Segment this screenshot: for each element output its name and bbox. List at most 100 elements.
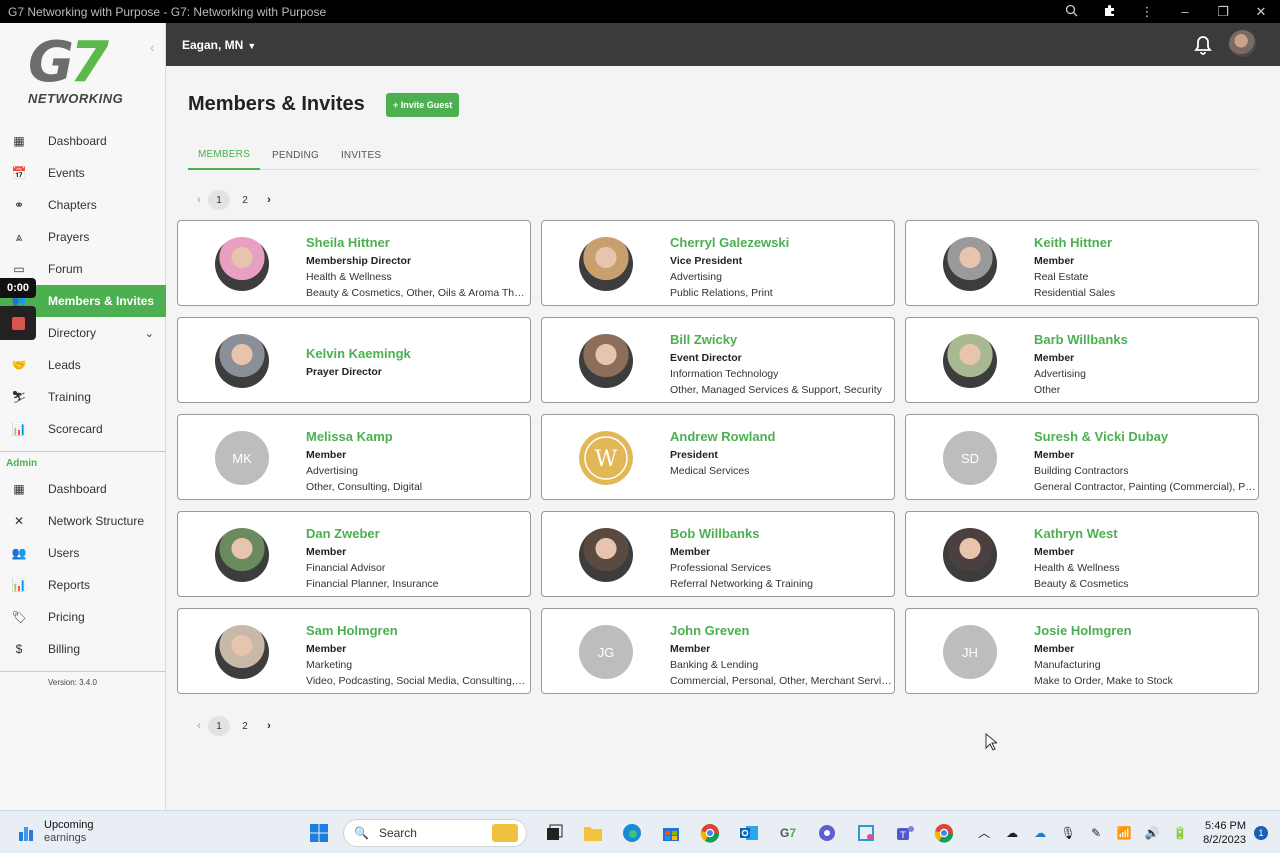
member-photo-avatar[interactable] — [579, 334, 633, 388]
member-name[interactable]: Sheila Hittner — [306, 235, 528, 251]
member-name[interactable]: Melissa Kamp — [306, 429, 528, 445]
member-photo-avatar[interactable] — [215, 237, 269, 291]
member-card[interactable]: JG John Greven Member Banking & Lending Comm… — [541, 608, 895, 694]
tab-pending[interactable]: PENDING — [262, 140, 329, 170]
snipping-tool-icon[interactable] — [851, 818, 881, 848]
next-page-icon[interactable]: › — [260, 194, 278, 206]
battery-icon[interactable]: 🔋 — [1169, 826, 1191, 840]
member-name[interactable]: Barb Willbanks — [1034, 332, 1256, 348]
settings-app-icon[interactable] — [812, 818, 842, 848]
widgets-button[interactable]: Upcoming earnings — [18, 819, 94, 845]
zoom-icon[interactable] — [1052, 4, 1090, 20]
invite-guest-button[interactable]: + Invite Guest — [386, 93, 460, 117]
member-card[interactable]: Dan Zweber Member Financial Advisor Financi… — [177, 511, 531, 597]
minimize-icon[interactable]: – — [1166, 4, 1204, 19]
sidebar-item-scorecard[interactable]: 📊 Scorecard — [0, 413, 166, 445]
member-card[interactable]: JH Josie Holmgren Member Manufacturing Make … — [905, 608, 1259, 694]
notifications-bell-icon[interactable] — [1194, 35, 1212, 55]
member-name[interactable]: John Greven — [670, 623, 892, 639]
member-name[interactable]: Andrew Rowland — [670, 429, 892, 445]
sidebar-item-dashboard[interactable]: ▦ Dashboard — [0, 473, 166, 505]
member-card[interactable]: MK Melissa Kamp Member Advertising Other, Co… — [177, 414, 531, 500]
prev-page-icon[interactable]: ‹ — [190, 194, 208, 206]
member-card[interactable]: Bill Zwicky Event Director Information Tec… — [541, 317, 895, 403]
member-card[interactable]: W Andrew Rowland President Medical Services — [541, 414, 895, 500]
g7-logo[interactable]: G7 NETWORKING — [28, 35, 138, 111]
prev-page-icon[interactable]: ‹ — [190, 720, 208, 732]
member-card[interactable]: SD Suresh & Vicki Dubay Member Building Con… — [905, 414, 1259, 500]
sidebar-item-reports[interactable]: 📊 Reports — [0, 569, 166, 601]
teams-icon[interactable]: T — [890, 818, 920, 848]
page-button[interactable]: 1 — [208, 716, 230, 736]
member-name[interactable]: Bob Willbanks — [670, 526, 892, 542]
taskbar-search[interactable]: 🔍 Search — [343, 819, 527, 847]
member-card[interactable]: Cherryl Galezewski Vice President Advertis… — [541, 220, 895, 306]
tab-invites[interactable]: INVITES — [331, 140, 391, 170]
member-card[interactable]: Bob Willbanks Member Professional Services… — [541, 511, 895, 597]
member-name[interactable]: Kelvin Kaemingk — [306, 346, 528, 362]
member-name[interactable]: Cherryl Galezewski — [670, 235, 892, 251]
sidebar-item-users[interactable]: 👥 Users — [0, 537, 166, 569]
collapse-sidebar-icon[interactable]: ‹ — [150, 39, 155, 55]
member-logo-avatar[interactable]: W — [579, 431, 633, 485]
more-options-icon[interactable]: ⋮ — [1128, 4, 1166, 20]
next-page-icon[interactable]: › — [260, 720, 278, 732]
sidebar-item-training[interactable]: ⛷ Training — [0, 381, 166, 413]
member-photo-avatar[interactable] — [943, 528, 997, 582]
start-button[interactable] — [304, 818, 334, 848]
user-avatar[interactable] — [1229, 30, 1256, 57]
taskbar-clock[interactable]: 5:46 PM 8/2/2023 — [1203, 819, 1246, 847]
member-initials-avatar[interactable]: JG — [579, 625, 633, 679]
member-card[interactable]: Sam Holmgren Member Marketing Video, Podcas… — [177, 608, 531, 694]
member-card[interactable]: Sheila Hittner Membership Director Health … — [177, 220, 531, 306]
volume-icon[interactable]: 🔊 — [1141, 826, 1163, 840]
file-explorer-icon[interactable] — [578, 818, 608, 848]
member-name[interactable]: Keith Hittner — [1034, 235, 1256, 251]
g7-app-icon[interactable]: G7 — [773, 818, 803, 848]
member-card[interactable]: Keith Hittner Member Real Estate Residentia… — [905, 220, 1259, 306]
cloud-icon[interactable]: ☁ — [1029, 826, 1051, 840]
sidebar-item-prayers[interactable]: ⩓ Prayers — [0, 221, 166, 253]
member-initials-avatar[interactable]: JH — [943, 625, 997, 679]
sidebar-item-dashboard[interactable]: ▦ Dashboard — [0, 125, 166, 157]
member-initials-avatar[interactable]: MK — [215, 431, 269, 485]
page-button[interactable]: 2 — [234, 716, 256, 736]
restore-icon[interactable]: ❐ — [1204, 4, 1242, 20]
member-name[interactable]: Josie Holmgren — [1034, 623, 1256, 639]
member-card[interactable]: Barb Willbanks Member Advertising Other — [905, 317, 1259, 403]
member-name[interactable]: Bill Zwicky — [670, 332, 892, 348]
member-initials-avatar[interactable]: SD — [943, 431, 997, 485]
member-photo-avatar[interactable] — [579, 237, 633, 291]
member-card[interactable]: Kathryn West Member Health & Wellness Beaut… — [905, 511, 1259, 597]
member-photo-avatar[interactable] — [943, 334, 997, 388]
edge-icon[interactable] — [617, 818, 647, 848]
member-photo-avatar[interactable] — [215, 625, 269, 679]
notification-badge[interactable]: 1 — [1254, 825, 1268, 840]
tab-members[interactable]: MEMBERS — [188, 140, 260, 170]
chrome-icon[interactable] — [695, 818, 725, 848]
wifi-icon[interactable]: 📶 — [1113, 826, 1135, 840]
sidebar-item-events[interactable]: 📅 Events — [0, 157, 166, 189]
sidebar-item-pricing[interactable]: 🏷 Pricing — [0, 601, 166, 633]
page-button[interactable]: 2 — [234, 190, 256, 210]
member-photo-avatar[interactable] — [215, 334, 269, 388]
pen-icon[interactable]: ✎ — [1085, 826, 1107, 840]
outlook-icon[interactable] — [734, 818, 764, 848]
onedrive-icon[interactable]: ☁ — [1001, 826, 1023, 840]
member-name[interactable]: Dan Zweber — [306, 526, 528, 542]
member-card[interactable]: Kelvin Kaemingk Prayer Director — [177, 317, 531, 403]
sidebar-item-chapters[interactable]: ⚭ Chapters — [0, 189, 166, 221]
sidebar-item-billing[interactable]: $ Billing — [0, 633, 166, 665]
close-icon[interactable]: ✕ — [1242, 4, 1280, 20]
member-name[interactable]: Sam Holmgren — [306, 623, 528, 639]
store-icon[interactable] — [656, 818, 686, 848]
extensions-icon[interactable] — [1090, 4, 1128, 20]
task-view-icon[interactable] — [539, 818, 569, 848]
member-name[interactable]: Kathryn West — [1034, 526, 1256, 542]
sidebar-item-network-structure[interactable]: ✕ Network Structure — [0, 505, 166, 537]
page-button[interactable]: 1 — [208, 190, 230, 210]
show-hidden-icons[interactable]: ︿ — [973, 824, 995, 841]
member-photo-avatar[interactable] — [579, 528, 633, 582]
location-selector[interactable]: Eagan, MN ▼ — [182, 38, 256, 52]
member-photo-avatar[interactable] — [215, 528, 269, 582]
